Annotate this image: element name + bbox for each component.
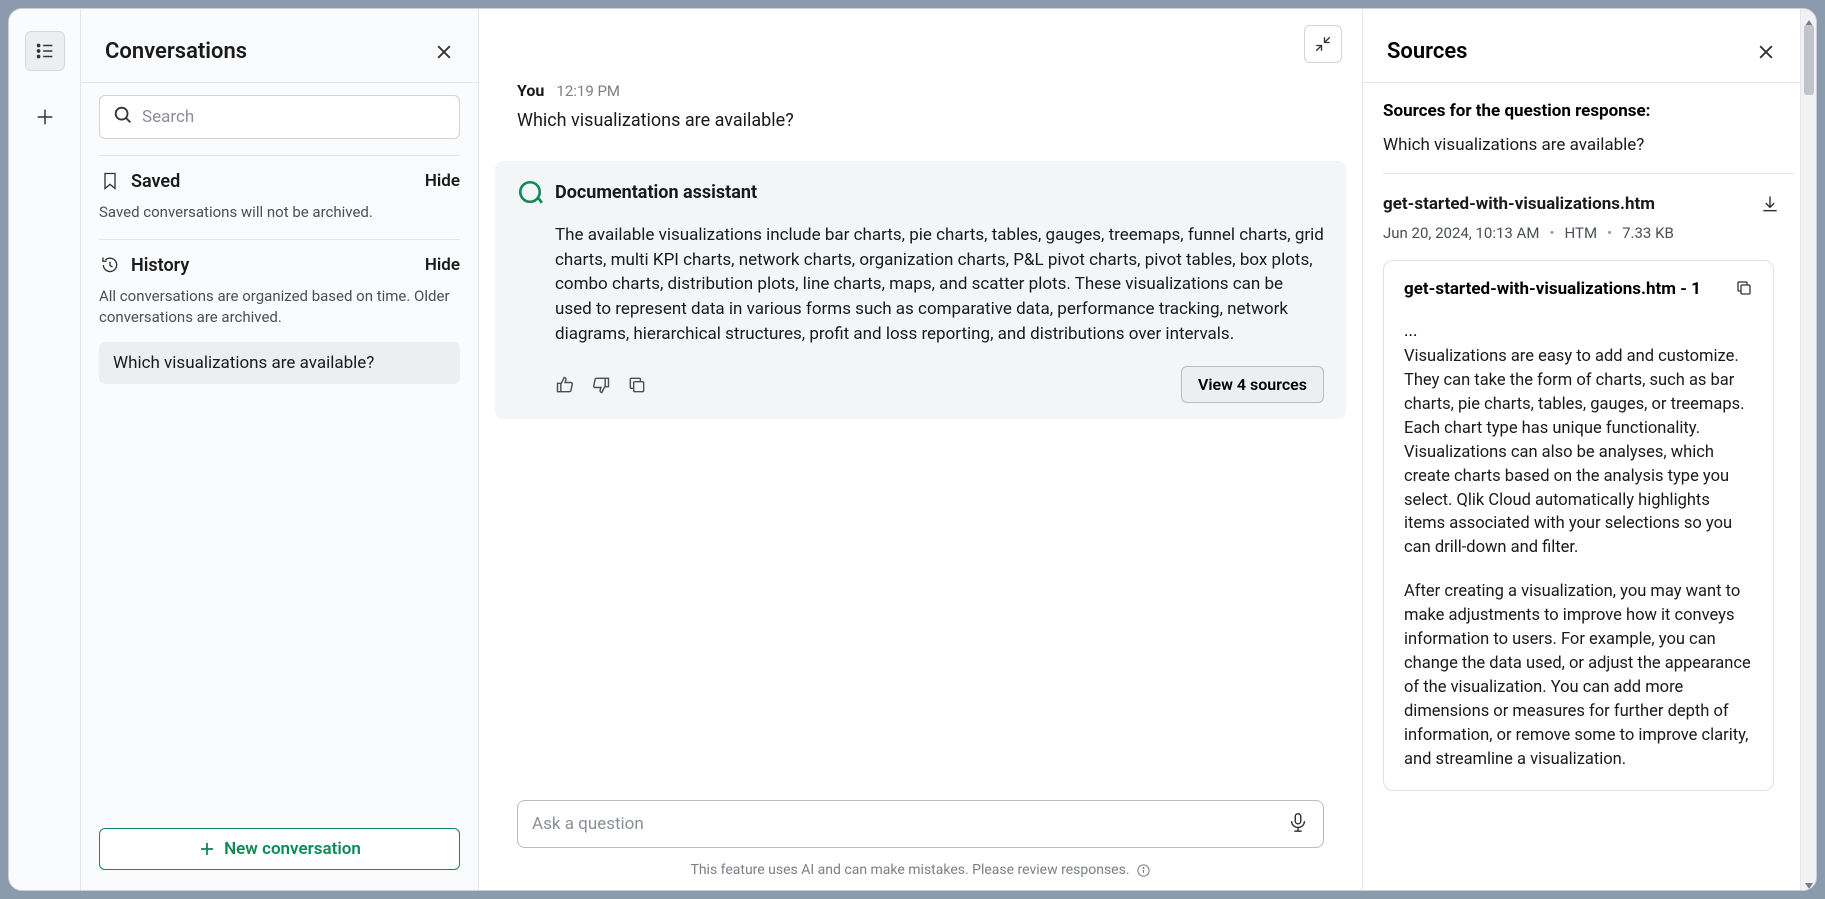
sources-for-label: Sources for the question response: <box>1383 101 1794 121</box>
source-paragraph-2: After creating a visualization, you may … <box>1404 580 1753 771</box>
thumbs-down-icon[interactable] <box>591 375 611 395</box>
close-icon[interactable] <box>434 42 454 62</box>
new-conversation-icon[interactable] <box>25 97 65 137</box>
saved-hide-button[interactable]: Hide <box>425 171 460 191</box>
conversations-list-icon[interactable] <box>25 31 65 71</box>
user-question: Which visualizations are available? <box>517 108 1324 133</box>
source-file: get-started-with-visualizations.htm Jun … <box>1383 174 1794 791</box>
question-input-wrapper[interactable] <box>517 800 1324 848</box>
scroll-down-icon[interactable] <box>1804 876 1814 886</box>
saved-note: Saved conversations will not be archived… <box>99 202 460 223</box>
source-paragraph-1: Visualizations are easy to add and custo… <box>1404 345 1753 560</box>
new-conversation-label: New conversation <box>224 839 361 859</box>
user-message: You 12:19 PM Which visualizations are av… <box>517 81 1324 133</box>
question-input[interactable] <box>532 814 1287 834</box>
source-excerpt-title: get-started-with-visualizations.htm - 1 <box>1404 279 1701 299</box>
history-label: History <box>131 255 415 276</box>
microphone-icon[interactable] <box>1287 811 1309 837</box>
source-file-size: 7.33 KB <box>1622 224 1674 242</box>
history-hide-button[interactable]: Hide <box>425 255 460 275</box>
collapse-icon[interactable] <box>1304 25 1342 63</box>
new-conversation-button[interactable]: New conversation <box>99 828 460 870</box>
download-icon[interactable] <box>1760 194 1780 218</box>
scroll-up-icon[interactable] <box>1804 13 1814 23</box>
scroll-thumb[interactable] <box>1804 25 1814 95</box>
thumbs-up-icon[interactable] <box>555 375 575 395</box>
conversations-panel: Conversations Saved Hide S <box>81 9 479 890</box>
user-time: 12:19 PM <box>556 82 620 100</box>
assistant-name: Documentation assistant <box>555 182 757 203</box>
conversations-title: Conversations <box>105 39 247 64</box>
sources-panel: Sources Sources for the question respons… <box>1362 9 1800 890</box>
bookmark-icon <box>99 170 121 192</box>
source-file-name: get-started-with-visualizations.htm <box>1383 194 1674 214</box>
search-input-wrapper[interactable] <box>99 95 460 139</box>
search-input[interactable] <box>142 107 447 127</box>
disclaimer: This feature uses AI and can make mistak… <box>479 856 1362 890</box>
user-label: You <box>517 81 544 100</box>
sources-for-question: Which visualizations are available? <box>1383 135 1794 155</box>
saved-label: Saved <box>131 171 415 192</box>
view-sources-button[interactable]: View 4 sources <box>1181 366 1324 403</box>
history-item[interactable]: Which visualizations are available? <box>99 342 460 384</box>
chat-panel: You 12:19 PM Which visualizations are av… <box>479 9 1362 890</box>
scrollbar[interactable] <box>1800 9 1816 890</box>
source-excerpt-card: get-started-with-visualizations.htm - 1 … <box>1383 260 1774 791</box>
source-file-date: Jun 20, 2024, 10:13 AM <box>1383 224 1539 242</box>
assistant-answer: The available visualizations include bar… <box>517 223 1324 346</box>
source-file-ext: HTM <box>1565 224 1598 242</box>
nav-rail <box>9 9 81 890</box>
info-icon <box>1136 863 1151 878</box>
disclaimer-text: This feature uses AI and can make mistak… <box>690 862 1129 878</box>
copy-icon[interactable] <box>627 375 647 395</box>
source-ellipsis: ... <box>1404 321 1753 341</box>
sources-title: Sources <box>1387 39 1468 64</box>
open-external-icon[interactable] <box>1735 279 1753 301</box>
assistant-avatar-icon <box>517 179 543 205</box>
sources-close-icon[interactable] <box>1756 42 1776 62</box>
search-icon <box>112 104 134 130</box>
assistant-message: Documentation assistant The available vi… <box>495 161 1346 419</box>
history-note: All conversations are organized based on… <box>99 286 460 328</box>
history-icon <box>99 254 121 276</box>
